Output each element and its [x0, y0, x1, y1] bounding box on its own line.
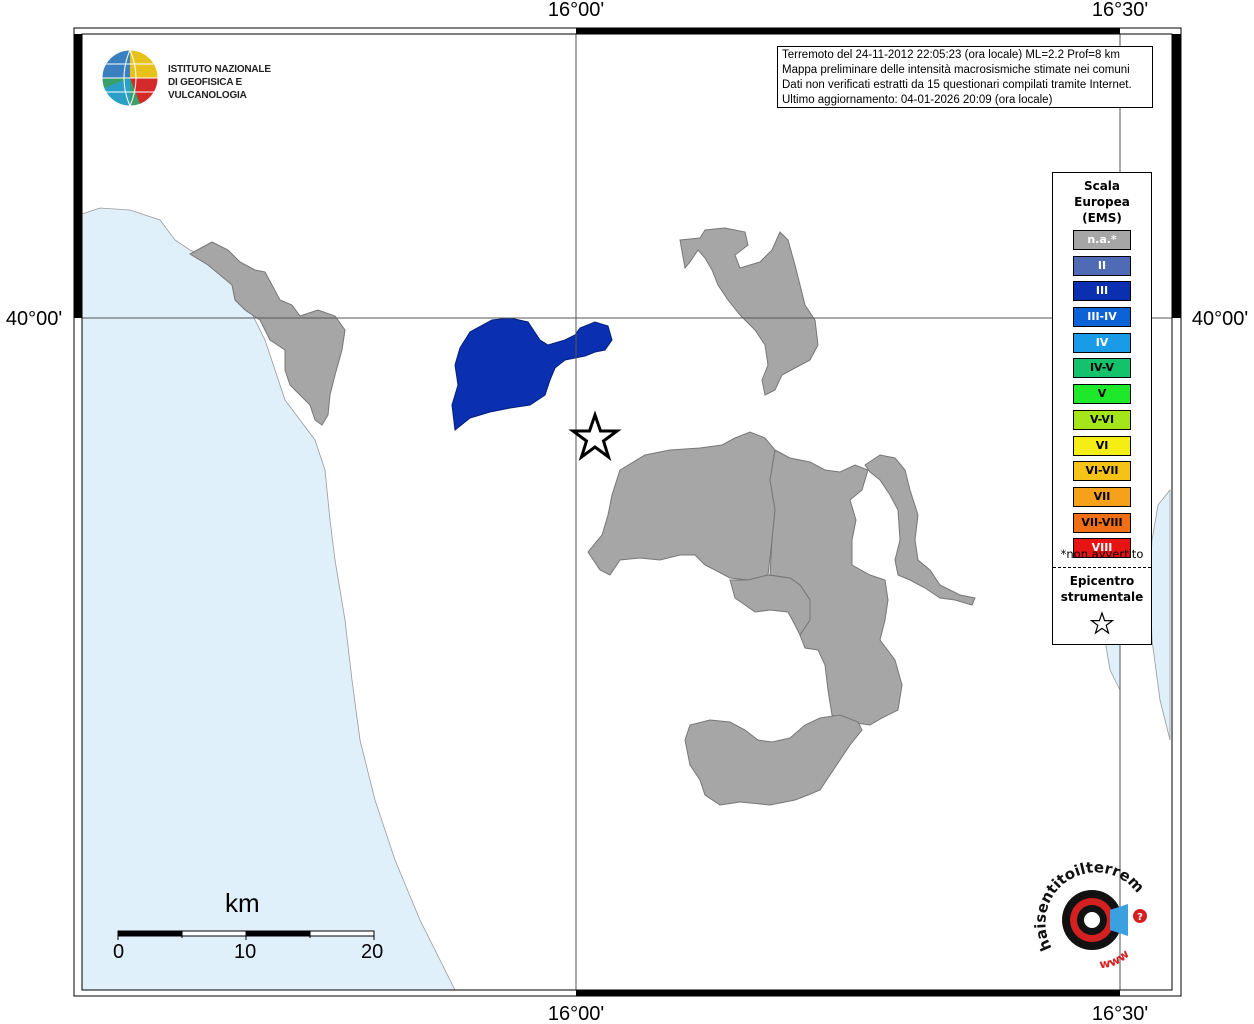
sea-right	[1149, 488, 1171, 741]
scale-unit: km	[225, 888, 260, 918]
axis-bottom-16-00: 16°00'	[548, 1003, 604, 1024]
frame-bar-bottom	[576, 990, 1120, 996]
frame-bar-left	[74, 34, 82, 318]
legend-item: IV-V	[1073, 358, 1131, 379]
frame-bar-right	[1172, 34, 1181, 318]
scale-tick-10: 10	[234, 941, 257, 963]
scale-bar: km 0 10 20	[110, 886, 390, 971]
legend-item: VI-VII	[1073, 461, 1131, 482]
legend-item: III	[1073, 281, 1131, 302]
legend-divider	[1053, 567, 1151, 568]
legend-epicenter-label: Epicentro strumentale	[1053, 573, 1151, 605]
ingv-logo-line2: DI GEOFISICA E VULCANOLOGIA	[168, 76, 247, 101]
info-line-1: Terremoto del 24-11-2012 22:05:23 (ora l…	[782, 49, 1120, 61]
legend-item: n.a.*	[1073, 230, 1131, 250]
haisentito-www-text: www	[1098, 947, 1131, 972]
ingv-logo-line1: ISTITUTO NAZIONALE	[168, 63, 271, 75]
legend-title-line3: (EMS)	[1082, 211, 1122, 225]
legend-item: VII	[1073, 486, 1131, 507]
haisentito-logo-graphic: haisentitoilterremoto.it www ?	[1025, 844, 1148, 972]
info-line-4: Ultimo aggiornamento: 04-01-2026 20:09 (…	[782, 94, 1053, 106]
svg-text:?: ?	[1137, 912, 1143, 923]
legend-note: *non avvertito	[1060, 547, 1144, 561]
municipality-na-5	[729, 574, 811, 636]
ems-legend: Scala Europea (EMS) n.a.* II III III-IV IV IV…	[1052, 172, 1152, 645]
earthquake-info-box: Terremoto del 24-11-2012 22:05:23 (ora l…	[777, 46, 1153, 108]
municipality-na-2	[679, 227, 819, 396]
municipality-na-7	[684, 714, 863, 806]
legend-epicenter-line1: Epicentro	[1069, 574, 1135, 588]
scale-tick-20: 20	[361, 941, 384, 963]
ingv-logo: ISTITUTO NAZIONALE DI GEOFISICA E VULCAN…	[100, 48, 330, 108]
scale-tick-0: 0	[113, 941, 125, 963]
legend-item: II	[1073, 255, 1131, 276]
frame-bar-top	[576, 28, 1120, 34]
legend-items: n.a.* II III III-IV IV IV-V V V-VI VI VI-VII VII VI…	[1073, 230, 1131, 564]
globe-icon	[101, 49, 159, 107]
ingv-logo-text: ISTITUTO NAZIONALE DI GEOFISICA E VULCAN…	[168, 63, 322, 102]
legend-item: IV	[1073, 332, 1131, 353]
legend-item: V	[1073, 384, 1131, 405]
legend-title-line1: Scala	[1083, 179, 1121, 193]
legend-star-icon	[1089, 611, 1115, 635]
axis-right-40-00: 40°00'	[1192, 308, 1248, 330]
legend-epicenter-line2: strumentale	[1060, 590, 1144, 604]
axis-top-16-30: 16°30'	[1092, 0, 1148, 21]
legend-item: VII-VIII	[1073, 512, 1131, 533]
haisentito-logo[interactable]: haisentitoilterremoto.it www ?	[1025, 844, 1160, 978]
axis-left-40-00: 40°00'	[6, 308, 62, 330]
epicenter-star-icon	[568, 410, 622, 461]
municipality-iii	[451, 317, 613, 431]
info-line-3: Dati non verificati estratti da 15 quest…	[782, 79, 1132, 91]
legend-title: Scala Europea (EMS)	[1053, 178, 1151, 226]
municipality-na-3	[587, 431, 776, 581]
legend-item: VI	[1073, 435, 1131, 456]
legend-title-line2: Europea	[1074, 195, 1130, 209]
axis-bottom-16-30: 16°30'	[1092, 1003, 1148, 1024]
info-line-2: Mappa preliminare delle intensità macros…	[782, 64, 1130, 76]
axis-top-16-00: 16°00'	[548, 0, 604, 21]
legend-item: V-VI	[1073, 409, 1131, 430]
sea-right-2	[1104, 639, 1121, 691]
legend-item: III-IV	[1073, 307, 1131, 328]
